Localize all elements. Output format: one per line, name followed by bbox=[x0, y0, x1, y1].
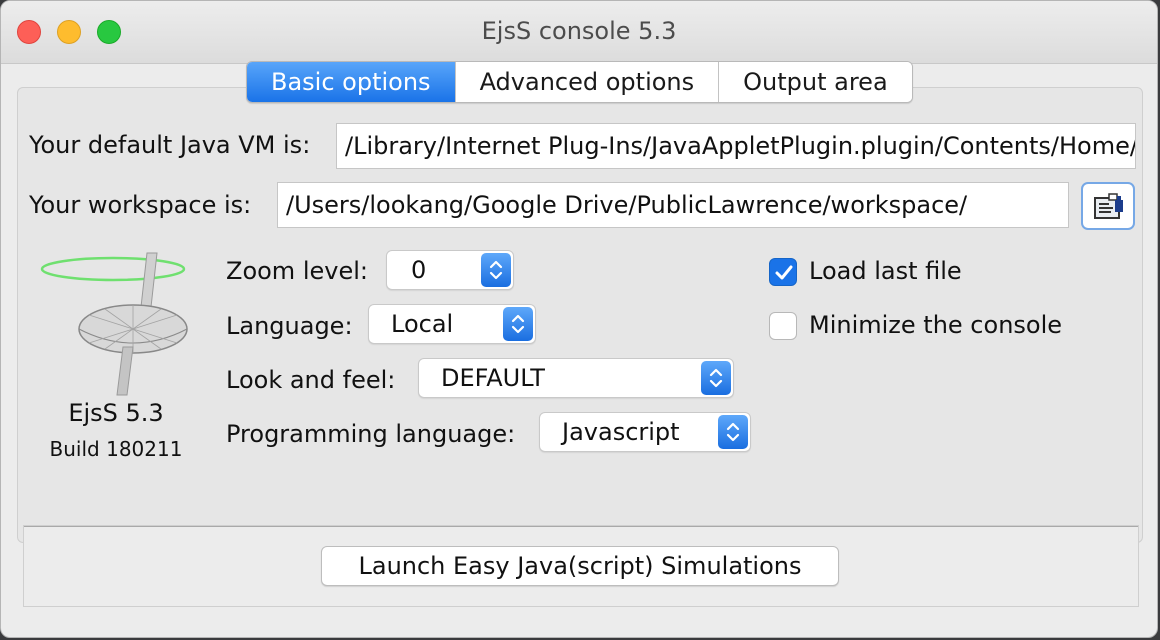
checkmark-icon bbox=[775, 265, 793, 280]
java-vm-label: Your default Java VM is: bbox=[29, 131, 311, 159]
zoom-level-label: Zoom level: bbox=[226, 257, 368, 285]
language-label: Language: bbox=[226, 312, 353, 340]
console-window: EjsS console 5.3 Basic options Advanced … bbox=[0, 0, 1158, 638]
programming-language-value: Javascript bbox=[562, 418, 680, 446]
browse-workspace-button[interactable] bbox=[1081, 182, 1135, 230]
look-and-feel-select[interactable]: DEFAULT bbox=[418, 358, 734, 398]
title-bar: EjsS console 5.3 bbox=[1, 1, 1157, 64]
chevron-updown-icon bbox=[701, 361, 731, 395]
java-vm-field[interactable]: /Library/Internet Plug-Ins/JavaAppletPlu… bbox=[336, 123, 1136, 169]
workspace-field[interactable]: /Users/lookang/Google Drive/PublicLawren… bbox=[277, 182, 1069, 228]
tab-basic-options[interactable]: Basic options bbox=[247, 62, 455, 102]
zoom-level-select[interactable]: 0 bbox=[386, 250, 514, 290]
programming-language-label: Programming language: bbox=[226, 420, 516, 448]
look-and-feel-label: Look and feel: bbox=[226, 366, 396, 394]
tab-advanced-options[interactable]: Advanced options bbox=[454, 62, 719, 102]
programming-language-select[interactable]: Javascript bbox=[539, 412, 751, 452]
chevron-updown-icon bbox=[481, 253, 511, 287]
tab-output-area[interactable]: Output area bbox=[718, 62, 912, 102]
launch-button[interactable]: Launch Easy Java(script) Simulations bbox=[321, 546, 839, 586]
look-and-feel-value: DEFAULT bbox=[441, 364, 545, 392]
language-select[interactable]: Local bbox=[368, 304, 536, 344]
window-title: EjsS console 5.3 bbox=[481, 17, 677, 45]
folder-browse-icon bbox=[1094, 193, 1123, 219]
chevron-updown-icon bbox=[718, 415, 748, 449]
language-value: Local bbox=[391, 310, 454, 338]
load-last-file-label: Load last file bbox=[809, 257, 962, 285]
logo-version-label: EjsS 5.3 bbox=[68, 399, 164, 427]
zoom-level-value: 0 bbox=[411, 256, 427, 284]
workspace-label: Your workspace is: bbox=[29, 191, 252, 219]
tab-bar: Basic options Advanced options Output ar… bbox=[246, 61, 913, 103]
ejss-logo bbox=[39, 249, 189, 403]
minimize-console-checkbox[interactable] bbox=[769, 312, 797, 340]
logo-build-label: Build 180211 bbox=[49, 437, 183, 461]
minimize-console-label: Minimize the console bbox=[809, 311, 1063, 339]
chevron-updown-icon bbox=[503, 307, 533, 341]
load-last-file-checkbox[interactable] bbox=[769, 258, 797, 286]
